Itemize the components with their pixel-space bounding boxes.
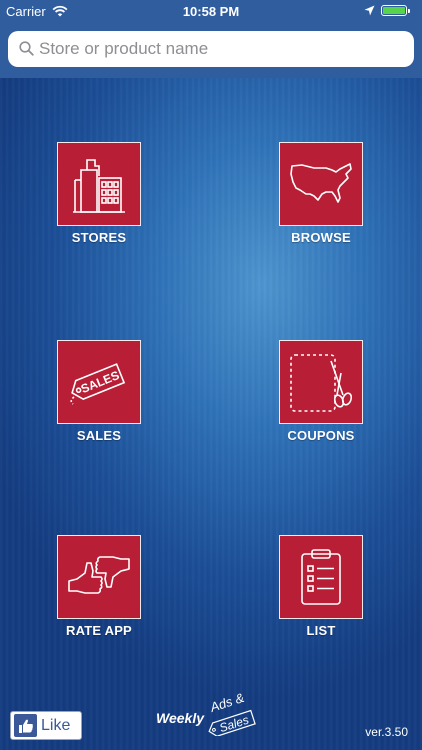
stores-label: STORES (71, 230, 127, 245)
scissors-coupon-icon (279, 340, 363, 424)
buildings-icon (57, 142, 141, 226)
clock: 10:58 PM (182, 4, 240, 19)
browse-tile[interactable]: BROWSE (266, 142, 376, 245)
search-icon (19, 41, 34, 56)
location-arrow-icon (364, 5, 375, 16)
search-input[interactable] (39, 31, 399, 67)
weekly-ads-sales-logo: Weekly Ads & Sales (156, 690, 256, 736)
facebook-like-button[interactable]: Like (10, 711, 82, 740)
browse-label: BROWSE (291, 230, 351, 245)
rate-app-tile[interactable]: RATE APP (44, 535, 154, 638)
sales-label: SALES (76, 428, 122, 443)
logo-sales: Sales (218, 713, 251, 736)
sales-tile[interactable]: SALES SALES (44, 340, 154, 443)
battery-level (383, 7, 405, 14)
thumbs-up-icon (14, 714, 37, 737)
search-bar (0, 22, 422, 78)
rate-app-label: RATE APP (66, 623, 132, 638)
logo-ads: Ads & (207, 690, 246, 715)
like-label: Like (41, 716, 71, 734)
status-bar: Carrier 10:58 PM (0, 0, 422, 22)
thumbs-up-down-icon (57, 535, 141, 619)
search-field[interactable] (8, 31, 414, 67)
battery-icon (381, 5, 407, 16)
sales-tag-icon: SALES (57, 340, 141, 424)
version-label: ver.3.50 (365, 725, 408, 739)
battery-tip (408, 9, 410, 13)
clipboard-list-icon (279, 535, 363, 619)
coupons-label: COUPONS (287, 428, 355, 443)
list-label: LIST (306, 623, 336, 638)
list-tile[interactable]: LIST (266, 535, 376, 638)
coupons-tile[interactable]: COUPONS (266, 340, 376, 443)
logo-weekly: Weekly (156, 710, 205, 726)
usa-map-icon (279, 142, 363, 226)
stores-tile[interactable]: STORES (44, 142, 154, 245)
